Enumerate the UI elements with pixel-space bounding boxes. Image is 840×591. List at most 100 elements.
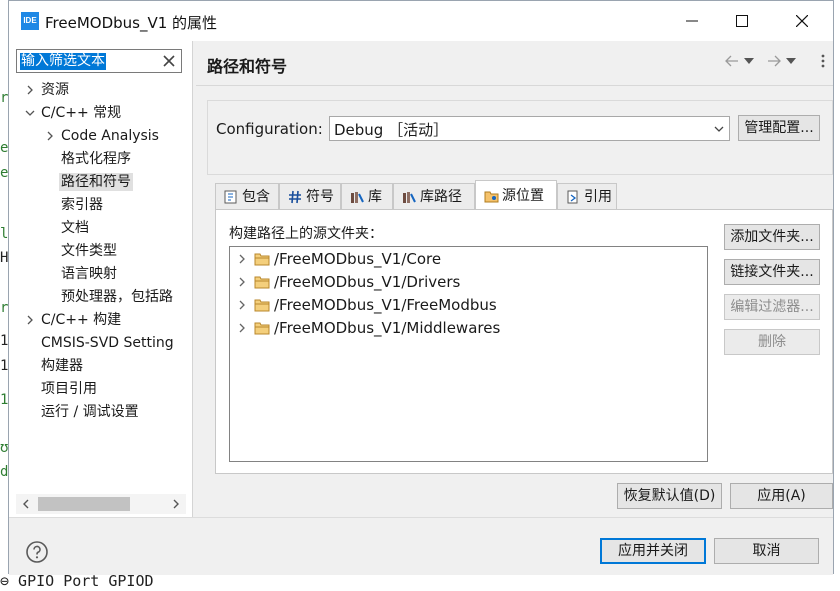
forward-arrow-icon[interactable] [766, 54, 782, 68]
tree-item-resource[interactable]: 资源 [27, 79, 69, 101]
tree-item-code-analysis[interactable]: Code Analysis [47, 125, 159, 147]
tab-references[interactable]: 引用 [557, 183, 617, 209]
forward-dropdown-icon[interactable] [786, 58, 796, 64]
properties-dialog: IDE FreeMODbus_V1 的属性 输入筛选文本 资源 C/C++ 常规 [8, 0, 834, 575]
tree-item-label: CMSIS-SVD Setting [41, 335, 174, 351]
list-item[interactable]: /FreeMODbus_V1/Core [230, 248, 707, 270]
tree-item-file-types[interactable]: 文件类型 [61, 240, 117, 262]
tree-item-label: 项目引用 [41, 381, 97, 397]
delete-button[interactable]: 删除 [724, 329, 820, 355]
chevron-down-icon[interactable] [25, 108, 35, 118]
chevron-down-icon [714, 126, 724, 132]
source-location-panel: 构建路径上的源文件夹： /FreeMODbus_V1/Core /FreeMOD… [215, 209, 833, 474]
tree-item-cpp-general[interactable]: C/C++ 常规 [25, 102, 122, 124]
tab-library-paths[interactable]: 库路径 [393, 183, 475, 209]
edit-filter-button[interactable]: 编辑过滤器... [724, 294, 820, 320]
tree-item-label: 格式化程序 [61, 151, 131, 167]
tree-item-indexer[interactable]: 索引器 [61, 194, 103, 216]
tab-libraries[interactable]: 库 [341, 183, 393, 209]
chevron-right-icon[interactable] [237, 277, 247, 287]
dialog-button-bar: 应用并关闭 取消 [9, 517, 833, 575]
view-menu-icon[interactable] [820, 53, 826, 69]
source-folder-icon [484, 191, 499, 203]
ide-app-icon: IDE [21, 12, 39, 30]
tab-symbols[interactable]: 符号 [279, 183, 341, 209]
reference-icon [567, 190, 578, 204]
maximize-button[interactable] [719, 1, 765, 41]
tree-item-label: C/C++ 常规 [41, 105, 122, 121]
scrollbar-thumb[interactable] [38, 497, 130, 511]
apply-button[interactable]: 应用(A) [730, 483, 833, 509]
tree-item-documentation[interactable]: 文档 [61, 217, 89, 239]
close-icon [796, 15, 808, 27]
source-folder-list[interactable]: /FreeMODbus_V1/Core /FreeMODbus_V1/Drive… [229, 246, 708, 462]
tab-source-location[interactable]: 源位置 [475, 180, 557, 210]
window-title: FreeMODbus_V1 的属性 [45, 14, 218, 32]
chevron-right-icon[interactable] [237, 300, 247, 310]
tree-item-label: 索引器 [61, 197, 103, 213]
tab-label: 库路径 [420, 189, 462, 205]
tree-item-run-debug[interactable]: 运行 / 调试设置 [41, 401, 139, 423]
maximize-icon [736, 15, 748, 27]
manage-configurations-button[interactable]: 管理配置... [738, 115, 820, 141]
category-panel: 输入筛选文本 资源 C/C++ 常规 Code Analysis 格式化程序 路… [9, 41, 193, 517]
minimize-button[interactable] [669, 1, 715, 41]
tree-item-label: C/C++ 构建 [41, 312, 122, 328]
folder-path: /FreeMODbus_V1/FreeModbus [274, 296, 497, 314]
tree-item-label: 构建器 [41, 358, 83, 374]
tree-item-cmsis-svd[interactable]: CMSIS-SVD Setting [41, 332, 174, 354]
title-separator [196, 85, 833, 86]
chevron-right-icon[interactable] [25, 85, 35, 95]
configuration-group: Configuration: Debug ［活动］ 管理配置... [207, 100, 833, 175]
folder-icon [254, 276, 270, 289]
library-icon [351, 192, 364, 203]
tree-item-label: 资源 [41, 82, 69, 98]
tree-item-language-mappings[interactable]: 语言映射 [61, 263, 117, 285]
chevron-right-icon[interactable] [45, 131, 55, 141]
filter-text: 输入筛选文本 [20, 53, 106, 70]
source-folders-label: 构建路径上的源文件夹： [229, 226, 383, 242]
configuration-select[interactable]: Debug ［活动］ [329, 116, 730, 141]
tree-item-preprocessor[interactable]: 预处理器，包括路 [61, 286, 173, 308]
configuration-value: Debug ［活动］ [334, 121, 449, 139]
tab-label: 库 [368, 189, 382, 205]
clear-filter-icon[interactable] [161, 53, 177, 69]
back-dropdown-icon[interactable] [744, 58, 754, 64]
include-icon [224, 190, 237, 204]
tree-item-paths-symbols[interactable]: 路径和符号 [59, 171, 133, 193]
close-button[interactable] [779, 1, 825, 41]
help-icon[interactable] [25, 540, 49, 564]
tree-item-label: 文件类型 [61, 243, 117, 259]
link-folder-button[interactable]: 链接文件夹... [724, 259, 820, 285]
apply-and-close-button[interactable]: 应用并关闭 [600, 538, 706, 564]
restore-defaults-button[interactable]: 恢复默认值(D) [617, 483, 722, 509]
title-bar: IDE FreeMODbus_V1 的属性 [9, 1, 833, 41]
tree-item-label: Code Analysis [61, 128, 159, 144]
page-content: 路径和符号 Configuration: Debug ［活动］ 管理配置... … [196, 41, 833, 517]
tree-item-project-references[interactable]: 项目引用 [41, 378, 97, 400]
configuration-label: Configuration: [216, 120, 323, 138]
horizontal-scrollbar[interactable] [16, 494, 186, 514]
scroll-left-icon[interactable] [19, 497, 33, 511]
tree-item-label: 文档 [61, 220, 89, 236]
add-folder-button[interactable]: 添加文件夹... [724, 224, 820, 250]
list-item[interactable]: /FreeMODbus_V1/Middlewares [230, 317, 707, 339]
library-path-icon [403, 192, 416, 203]
tree-item-cpp-build[interactable]: C/C++ 构建 [27, 309, 122, 331]
chevron-right-icon[interactable] [25, 315, 35, 325]
tree-item-builders[interactable]: 构建器 [41, 355, 83, 377]
filter-input[interactable]: 输入筛选文本 [16, 49, 182, 73]
tree-item-label: 路径和符号 [59, 173, 133, 191]
list-item[interactable]: /FreeMODbus_V1/FreeModbus [230, 294, 707, 316]
tab-label: 源位置 [502, 188, 544, 204]
tree-item-formatter[interactable]: 格式化程序 [61, 148, 131, 170]
tab-includes[interactable]: 包含 [215, 183, 279, 209]
folder-icon [254, 322, 270, 335]
chevron-right-icon[interactable] [237, 323, 247, 333]
list-item[interactable]: /FreeMODbus_V1/Drivers [230, 271, 707, 293]
scroll-right-icon[interactable] [169, 497, 183, 511]
back-arrow-icon[interactable] [724, 54, 740, 68]
cancel-button[interactable]: 取消 [714, 538, 819, 564]
chevron-right-icon[interactable] [237, 254, 247, 264]
tree-item-label: 预处理器，包括路 [61, 289, 173, 305]
